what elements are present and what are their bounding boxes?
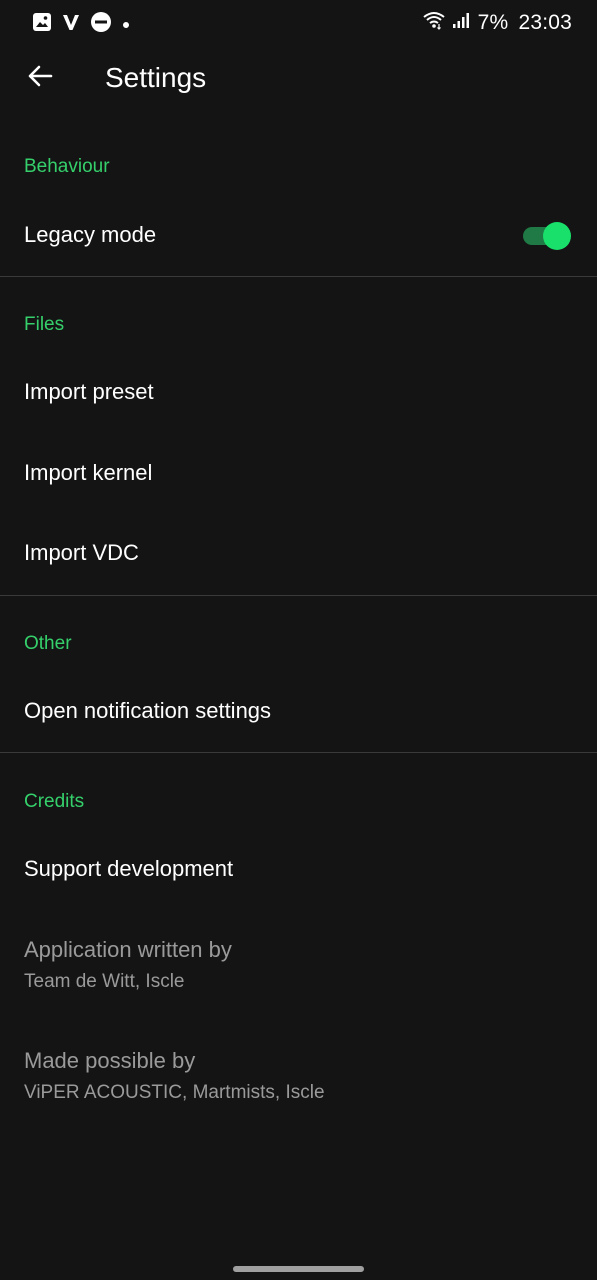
import-preset-label: Import preset <box>24 379 154 404</box>
clock: 23:03 <box>518 10 572 34</box>
switch-thumb <box>543 222 571 250</box>
divider <box>0 276 597 277</box>
divider <box>0 595 597 596</box>
made-possible-by-summary: ViPER ACOUSTIC, Martmists, Iscle <box>24 1082 325 1103</box>
application-written-by-title: Application written by <box>24 937 232 962</box>
import-kernel-label: Import kernel <box>24 460 153 485</box>
page-title: Settings <box>105 62 207 93</box>
v-app-icon <box>62 13 80 36</box>
section-header-credits: Credits <box>24 791 85 812</box>
section-header-files: Files <box>24 314 65 335</box>
legacy-mode-label: Legacy mode <box>24 222 157 247</box>
status-bar-left <box>32 11 130 38</box>
wifi-icon <box>422 10 446 35</box>
do-not-disturb-icon <box>90 11 112 38</box>
status-bar: 7% 23:03 <box>0 0 597 46</box>
signal-icon <box>452 11 470 34</box>
legacy-mode-switch[interactable] <box>523 222 571 250</box>
section-header-other: Other <box>24 633 72 654</box>
back-button[interactable] <box>22 60 58 96</box>
divider <box>0 752 597 753</box>
support-development-label: Support development <box>24 856 234 881</box>
dot-icon <box>122 16 130 34</box>
application-written-by-summary: Team de Witt, Iscle <box>24 971 185 992</box>
section-header-behaviour: Behaviour <box>24 156 110 177</box>
open-notification-settings-label: Open notification settings <box>24 698 272 723</box>
image-icon <box>32 12 52 37</box>
top-app-bar: Settings <box>0 46 597 110</box>
arrow-back-icon <box>26 62 54 95</box>
import-vdc-label: Import VDC <box>24 540 139 565</box>
gesture-navigation-handle[interactable] <box>233 1266 364 1272</box>
status-bar-right: 7% 23:03 <box>422 10 572 35</box>
made-possible-by-title: Made possible by <box>24 1048 196 1073</box>
battery-percentage: 7% <box>477 10 509 34</box>
